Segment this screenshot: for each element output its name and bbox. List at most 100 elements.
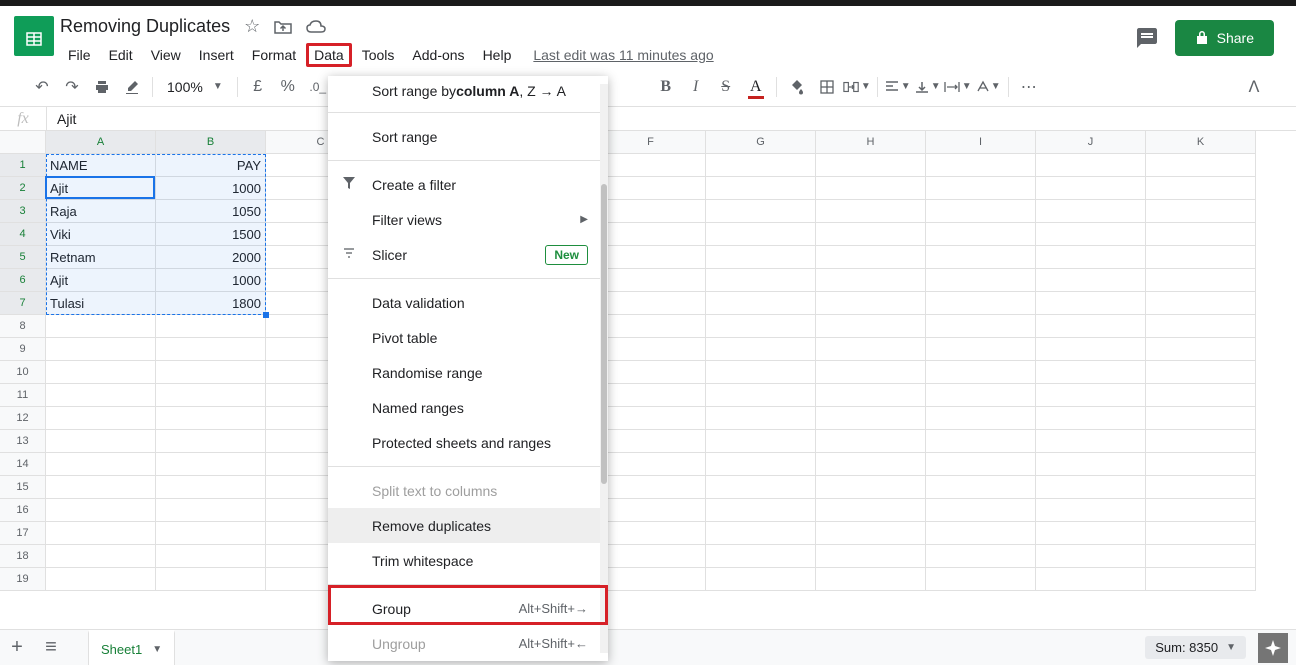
- cell-A10[interactable]: [46, 361, 156, 384]
- column-header-H[interactable]: H: [816, 131, 926, 154]
- cell-A12[interactable]: [46, 407, 156, 430]
- column-header-I[interactable]: I: [926, 131, 1036, 154]
- cell-I1[interactable]: [926, 154, 1036, 177]
- menu-file[interactable]: File: [60, 43, 99, 67]
- cell-G14[interactable]: [706, 453, 816, 476]
- row-header-5[interactable]: 5: [0, 246, 46, 269]
- row-header-1[interactable]: 1: [0, 154, 46, 177]
- cell-I7[interactable]: [926, 292, 1036, 315]
- cell-F19[interactable]: [596, 568, 706, 591]
- cell-F4[interactable]: [596, 223, 706, 246]
- cell-G13[interactable]: [706, 430, 816, 453]
- cell-I2[interactable]: [926, 177, 1036, 200]
- cell-K8[interactable]: [1146, 315, 1256, 338]
- cell-I18[interactable]: [926, 545, 1036, 568]
- cell-K10[interactable]: [1146, 361, 1256, 384]
- menu-data-validation[interactable]: Data validation: [328, 285, 608, 320]
- cell-G15[interactable]: [706, 476, 816, 499]
- cell-H17[interactable]: [816, 522, 926, 545]
- cell-K3[interactable]: [1146, 200, 1256, 223]
- cell-I11[interactable]: [926, 384, 1036, 407]
- cell-G6[interactable]: [706, 269, 816, 292]
- cell-B2[interactable]: 1000: [156, 177, 266, 200]
- cell-G1[interactable]: [706, 154, 816, 177]
- cell-A14[interactable]: [46, 453, 156, 476]
- row-header-3[interactable]: 3: [0, 200, 46, 223]
- cell-I9[interactable]: [926, 338, 1036, 361]
- cell-I16[interactable]: [926, 499, 1036, 522]
- row-header-19[interactable]: 19: [0, 568, 46, 591]
- menu-named-ranges[interactable]: Named ranges: [328, 390, 608, 425]
- cell-I5[interactable]: [926, 246, 1036, 269]
- cell-H7[interactable]: [816, 292, 926, 315]
- cell-J15[interactable]: [1036, 476, 1146, 499]
- row-header-17[interactable]: 17: [0, 522, 46, 545]
- text-rotation-button[interactable]: ▼: [974, 73, 1002, 101]
- menu-create-filter[interactable]: Create a filter: [328, 167, 608, 202]
- cell-K17[interactable]: [1146, 522, 1256, 545]
- cell-A3[interactable]: Raja: [46, 200, 156, 223]
- cell-H8[interactable]: [816, 315, 926, 338]
- cell-F16[interactable]: [596, 499, 706, 522]
- cell-I14[interactable]: [926, 453, 1036, 476]
- row-header-16[interactable]: 16: [0, 499, 46, 522]
- all-sheets-button[interactable]: ≡: [34, 633, 68, 663]
- cell-J16[interactable]: [1036, 499, 1146, 522]
- text-color-button[interactable]: A: [742, 73, 770, 101]
- menu-protected-sheets[interactable]: Protected sheets and ranges: [328, 425, 608, 460]
- cell-J18[interactable]: [1036, 545, 1146, 568]
- cell-K16[interactable]: [1146, 499, 1256, 522]
- cell-H15[interactable]: [816, 476, 926, 499]
- cell-K12[interactable]: [1146, 407, 1256, 430]
- menu-format[interactable]: Format: [244, 43, 304, 67]
- cell-B13[interactable]: [156, 430, 266, 453]
- cell-I17[interactable]: [926, 522, 1036, 545]
- cell-A7[interactable]: Tulasi: [46, 292, 156, 315]
- cell-A4[interactable]: Viki: [46, 223, 156, 246]
- more-toolbar-button[interactable]: ⋯: [1015, 73, 1043, 101]
- cell-H2[interactable]: [816, 177, 926, 200]
- cell-G4[interactable]: [706, 223, 816, 246]
- cell-K13[interactable]: [1146, 430, 1256, 453]
- row-header-6[interactable]: 6: [0, 269, 46, 292]
- cell-J3[interactable]: [1036, 200, 1146, 223]
- paint-format-button[interactable]: [118, 73, 146, 101]
- cell-B1[interactable]: PAY: [156, 154, 266, 177]
- cell-F6[interactable]: [596, 269, 706, 292]
- cell-F18[interactable]: [596, 545, 706, 568]
- cell-H19[interactable]: [816, 568, 926, 591]
- cell-A11[interactable]: [46, 384, 156, 407]
- cell-F7[interactable]: [596, 292, 706, 315]
- merge-cells-button[interactable]: ▼: [843, 73, 871, 101]
- cell-K14[interactable]: [1146, 453, 1256, 476]
- row-header-15[interactable]: 15: [0, 476, 46, 499]
- column-header-K[interactable]: K: [1146, 131, 1256, 154]
- cell-B18[interactable]: [156, 545, 266, 568]
- sheet-tab[interactable]: Sheet1▼: [88, 630, 175, 665]
- cell-A1[interactable]: NAME: [46, 154, 156, 177]
- menu-filter-views[interactable]: Filter views▶: [328, 202, 608, 237]
- cell-A6[interactable]: Ajit: [46, 269, 156, 292]
- menu-sort-range[interactable]: Sort range: [328, 119, 608, 154]
- cell-K7[interactable]: [1146, 292, 1256, 315]
- cell-J17[interactable]: [1036, 522, 1146, 545]
- cell-I19[interactable]: [926, 568, 1036, 591]
- redo-button[interactable]: ↷: [58, 73, 86, 101]
- cell-I13[interactable]: [926, 430, 1036, 453]
- currency-pound-button[interactable]: £: [244, 73, 272, 101]
- formula-fx-icon[interactable]: fx: [0, 110, 46, 128]
- cell-A9[interactable]: [46, 338, 156, 361]
- cell-G5[interactable]: [706, 246, 816, 269]
- cell-G17[interactable]: [706, 522, 816, 545]
- bold-button[interactable]: B: [652, 73, 680, 101]
- row-header-18[interactable]: 18: [0, 545, 46, 568]
- menu-remove-duplicates[interactable]: Remove duplicates: [328, 508, 608, 543]
- cell-J4[interactable]: [1036, 223, 1146, 246]
- add-sheet-button[interactable]: +: [0, 633, 34, 663]
- move-to-drive-icon[interactable]: [274, 19, 292, 35]
- cell-B3[interactable]: 1050: [156, 200, 266, 223]
- cell-G12[interactable]: [706, 407, 816, 430]
- cell-K6[interactable]: [1146, 269, 1256, 292]
- cell-F15[interactable]: [596, 476, 706, 499]
- cell-J8[interactable]: [1036, 315, 1146, 338]
